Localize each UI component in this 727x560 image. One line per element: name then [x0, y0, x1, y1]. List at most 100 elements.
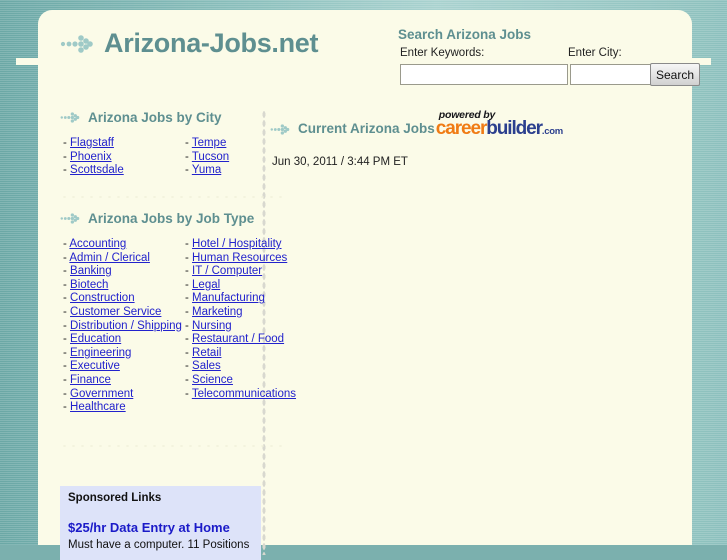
jobtype-link[interactable]: Education: [70, 333, 121, 345]
city-link[interactable]: Phoenix: [70, 151, 112, 163]
list-item: - Customer Service: [63, 305, 162, 318]
site-header: Arizona-Jobs.net Search Arizona Jobs Ent…: [38, 10, 700, 100]
city-link[interactable]: Flagstaff: [70, 137, 114, 149]
list-item: - Retail: [185, 346, 222, 359]
jobtype-link[interactable]: Distribution / Shipping: [70, 320, 182, 332]
cities-column-1: - Flagstaff - Phoenix - Scottsdale: [63, 137, 183, 178]
jobtype-link[interactable]: Accounting: [69, 238, 126, 250]
list-item: - Phoenix: [63, 150, 112, 163]
city-link[interactable]: Scottsdale: [70, 164, 124, 176]
jobtype-link[interactable]: Hotel / Hospitality: [192, 238, 281, 250]
list-item: - Banking: [63, 265, 112, 278]
list-item: - Accounting: [63, 238, 127, 250]
sponsored-ad-link[interactable]: $25/hr Data Entry at Home: [68, 520, 253, 535]
list-item: - Biotech: [63, 278, 109, 291]
current-jobs-header: Current Arizona Jobs powered by careerbu…: [270, 109, 680, 138]
site-logo[interactable]: Arizona-Jobs.net: [60, 28, 319, 59]
cities-section-header: Arizona Jobs by City: [60, 110, 284, 125]
jobtype-link[interactable]: Engineering: [70, 347, 131, 359]
list-item: - Nursing: [185, 319, 232, 332]
jobtype-link[interactable]: Construction: [70, 292, 135, 304]
jobtype-link[interactable]: Customer Service: [70, 306, 161, 318]
list-item: - Hotel / Hospitality: [185, 238, 282, 250]
jobtype-link[interactable]: Restaurant / Food: [192, 333, 284, 345]
list-item: - Construction: [63, 292, 135, 305]
jobtype-link[interactable]: Finance: [70, 374, 111, 386]
keywords-input[interactable]: [400, 64, 568, 85]
list-item: - Legal: [185, 278, 221, 291]
search-heading: Search Arizona Jobs: [398, 27, 532, 42]
jobtype-link[interactable]: Science: [192, 374, 233, 386]
jobtype-link[interactable]: Government: [70, 388, 133, 400]
left-column: Arizona Jobs by City - Flagstaff - Phoeni…: [38, 110, 296, 460]
page-frame: Arizona-Jobs.net Search Arizona Jobs Ent…: [0, 0, 727, 560]
page-panel: Arizona-Jobs.net Search Arizona Jobs Ent…: [38, 10, 700, 560]
jobtype-link[interactable]: Banking: [70, 265, 112, 277]
list-item: - Manufacturing: [185, 292, 265, 305]
city-label: Enter City:: [568, 47, 622, 59]
list-item: - Sales: [185, 360, 221, 373]
jobtype-link[interactable]: Executive: [70, 360, 120, 372]
section-divider: [60, 195, 288, 199]
careerbuilder-career-text: career: [435, 118, 488, 139]
right-column: Current Arizona Jobs powered by careerbu…: [270, 109, 680, 168]
jobtypes-column-2: - Hotel / Hospitality - Human Resources - …: [185, 238, 303, 401]
search-button[interactable]: Search: [650, 63, 700, 86]
list-item: - Education: [63, 333, 122, 346]
jobs-timestamp: Jun 30, 2011 / 3:44 PM ET: [272, 156, 408, 168]
list-item: - Flagstaff: [63, 137, 114, 149]
jobtypes-section-title: Arizona Jobs by Job Type: [88, 211, 255, 226]
jobtype-link[interactable]: Manufacturing: [192, 292, 265, 304]
sponsored-ad-description: Must have a computer. 11 Positions: [68, 539, 250, 551]
list-item: - Telecommunications: [185, 387, 297, 400]
careerbuilder-builder-text: builder: [486, 118, 543, 139]
list-item: - Marketing: [185, 305, 243, 318]
search-controls-row: Search: [398, 63, 700, 86]
jobtype-link[interactable]: Marketing: [192, 306, 243, 318]
list-item: - IT / Computer: [185, 265, 263, 278]
list-item: - Admin / Clerical: [63, 251, 150, 264]
city-link[interactable]: Tucson: [192, 151, 229, 163]
jobtype-link[interactable]: Telecommunications: [192, 388, 296, 400]
section-divider-bottom: [60, 444, 288, 448]
city-link[interactable]: Tempe: [192, 137, 227, 149]
list-item: - Healthcare: [63, 401, 126, 414]
sponsored-links-heading: Sponsored Links: [68, 492, 162, 504]
list-item: - Science: [185, 373, 233, 386]
jobtype-link[interactable]: Legal: [192, 279, 220, 291]
jobtype-link[interactable]: Human Resources: [192, 252, 287, 264]
city-link[interactable]: Yuma: [192, 164, 221, 176]
careerbuilder-logo[interactable]: powered by careerbuilder.com: [436, 109, 563, 138]
dotted-arrow-icon: [60, 212, 80, 225]
cities-section-title: Arizona Jobs by City: [88, 110, 222, 125]
dotted-arrow-icon: [60, 111, 80, 124]
current-jobs-title: Current Arizona Jobs: [298, 121, 435, 136]
jobtypes-column-1: - Accounting - Admin / Clerical - Banking -…: [63, 238, 183, 415]
jobtype-link[interactable]: Healthcare: [70, 401, 126, 413]
jobtype-link[interactable]: Biotech: [70, 279, 108, 291]
list-item: - Engineering: [63, 346, 132, 359]
dotted-arrow-icon: [270, 123, 290, 136]
list-item: - Government: [63, 387, 134, 400]
city-input[interactable]: [570, 64, 651, 85]
jobtype-link[interactable]: Retail: [192, 347, 221, 359]
list-item: - Human Resources: [185, 251, 288, 264]
jobtypes-section-header: Arizona Jobs by Job Type: [60, 211, 284, 226]
list-item: - Scottsdale: [63, 164, 124, 177]
sponsored-links-box: Sponsored Links $25/hr Data Entry at Hom…: [60, 486, 261, 560]
jobtypes-link-grid: - Accounting - Admin / Clerical - Banking -…: [60, 238, 296, 424]
jobtype-link[interactable]: Sales: [192, 360, 221, 372]
list-item: - Executive: [63, 360, 120, 373]
search-panel: Search Arizona Jobs Enter Keywords: Ente…: [398, 27, 700, 86]
frame-notch-left: [16, 58, 38, 65]
jobtype-link[interactable]: Nursing: [192, 320, 232, 332]
jobtype-link[interactable]: IT / Computer: [192, 265, 262, 277]
careerbuilder-wordmark: careerbuilder.com: [436, 119, 563, 141]
list-item: - Distribution / Shipping: [63, 319, 182, 332]
list-item: - Finance: [63, 373, 111, 386]
list-item: - Restaurant / Food: [185, 333, 285, 346]
site-title: Arizona-Jobs.net: [104, 28, 319, 58]
keywords-label: Enter Keywords:: [400, 47, 485, 59]
jobtype-link[interactable]: Admin / Clerical: [69, 252, 150, 264]
dotted-arrow-icon: [60, 33, 94, 55]
